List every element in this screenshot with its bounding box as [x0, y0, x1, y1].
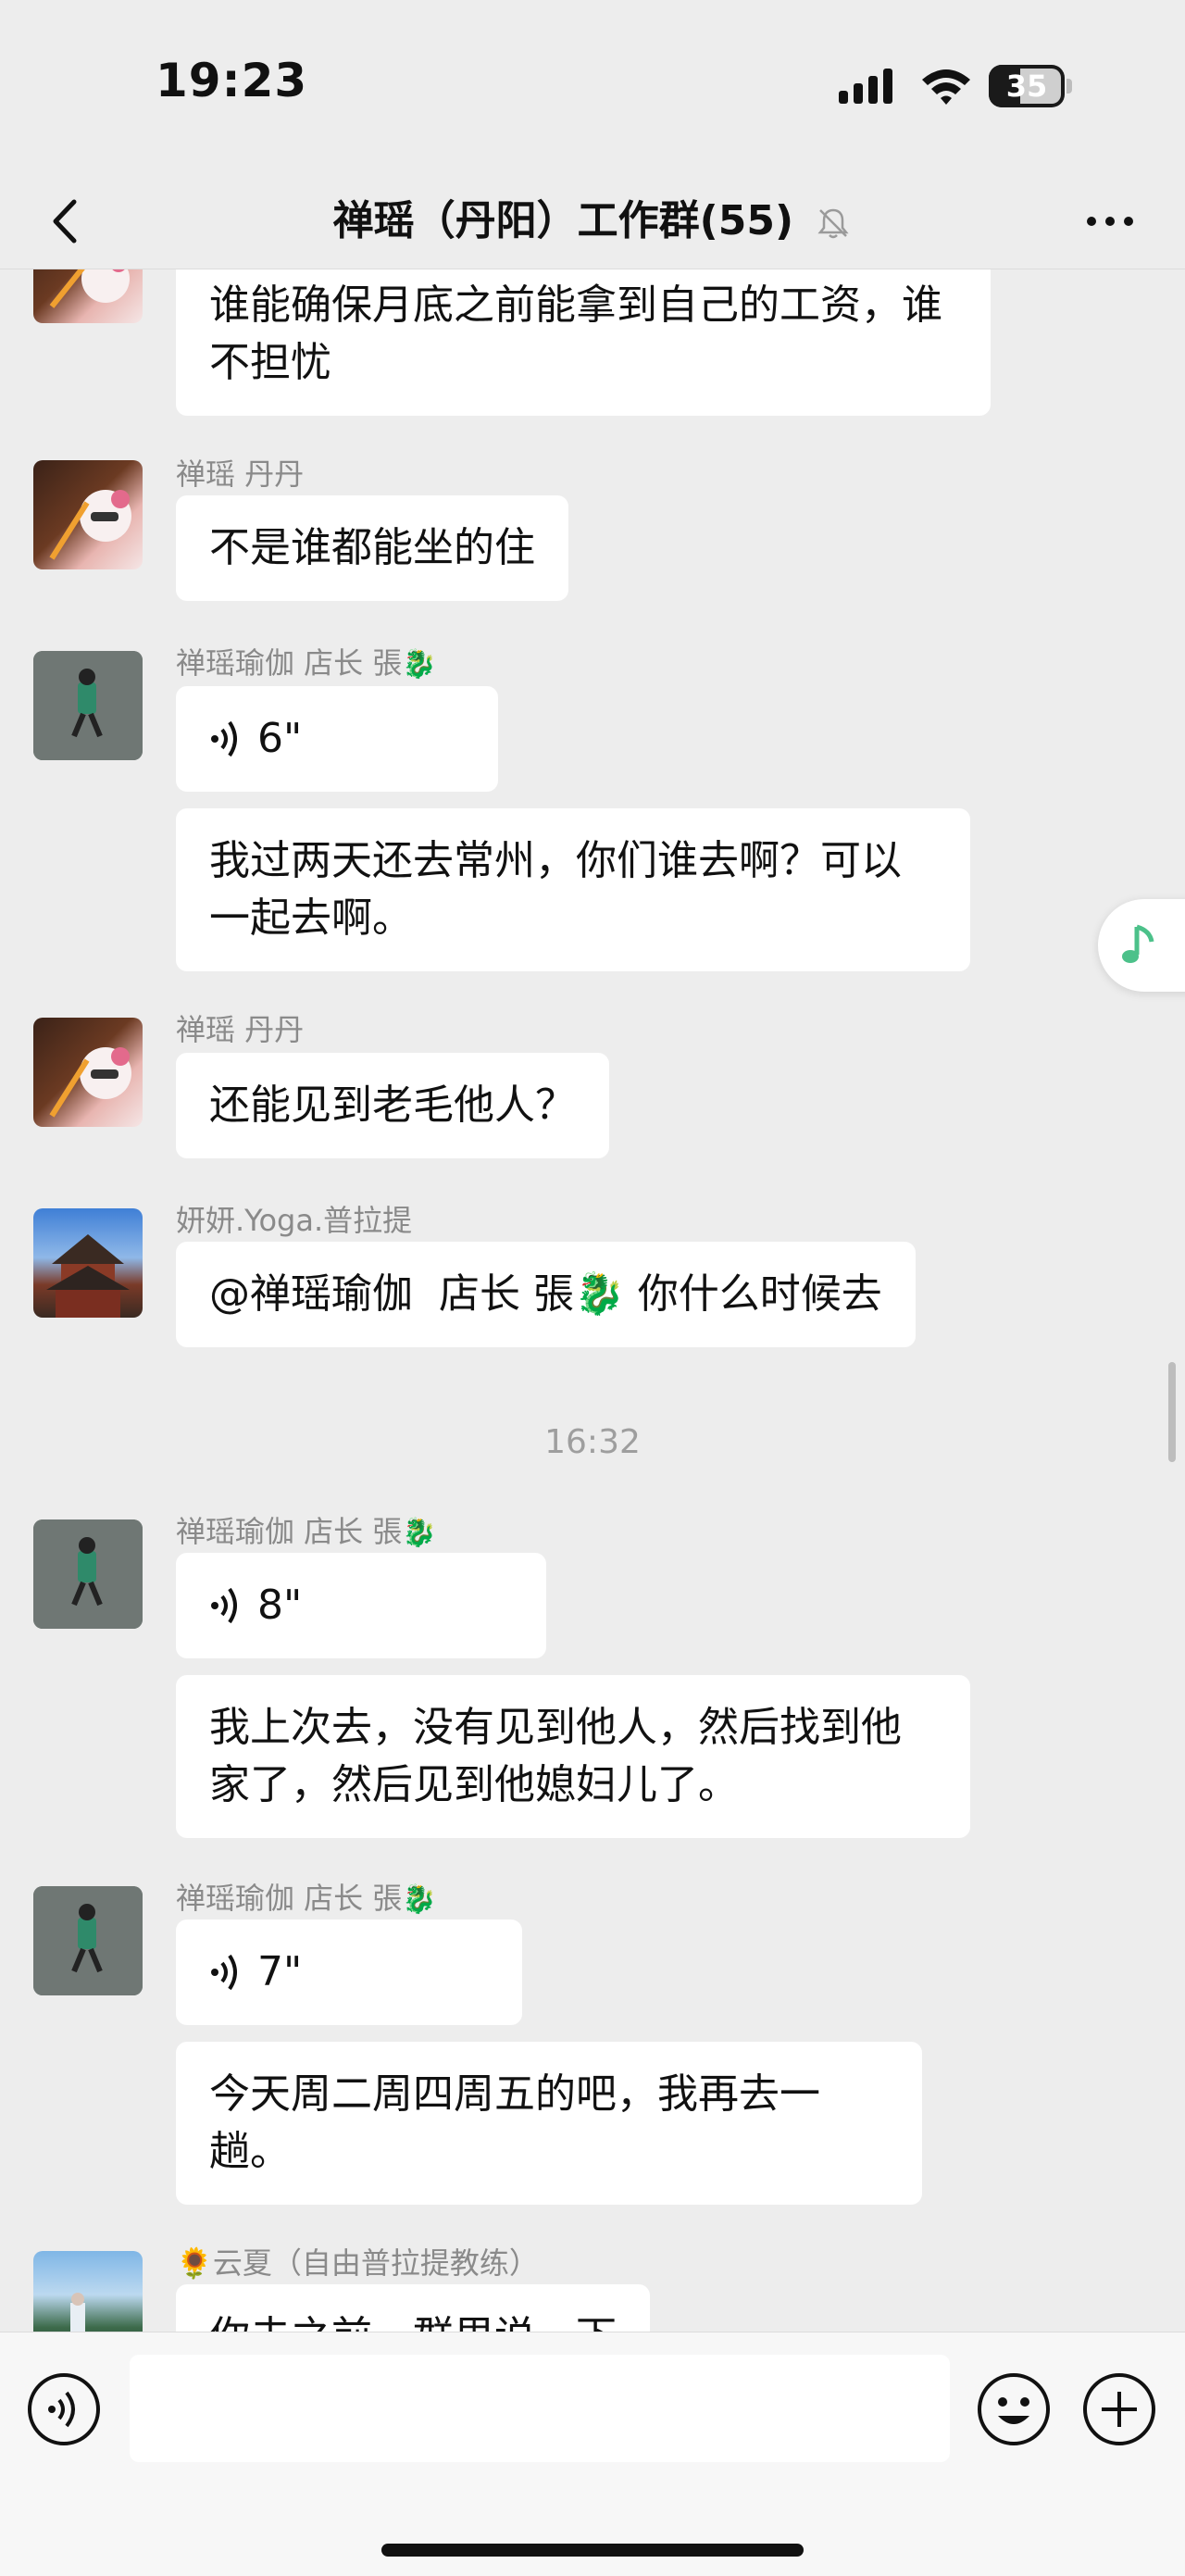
message-text: 谁能确保月底之前能拿到自己的工资，谁不担忧: [209, 281, 942, 386]
message-text-tail: 你什么时候去: [624, 1270, 882, 1318]
avatar-dandan[interactable]: [33, 1018, 143, 1127]
plus-icon[interactable]: [1081, 2371, 1157, 2447]
mention-text: @禅瑶瑜伽 店长 張: [209, 1270, 574, 1318]
voice-wave-icon: [211, 1587, 237, 1624]
cellular-signal-icon: [839, 69, 892, 104]
chat-header: 禅瑶（丹阳）工作群(55): [0, 176, 1185, 269]
message-text: @禅瑶瑜伽 店长 張🐉 你什么时候去: [209, 1270, 882, 1318]
avatar-yunxia[interactable]: [33, 2251, 143, 2332]
sender-name: 禅瑶 丹丹: [176, 1012, 305, 1047]
message-text: 不是谁都能坐的住: [209, 524, 535, 571]
message-text: 还能见到老毛他人？: [209, 1082, 576, 1129]
avatar-store-manager[interactable]: [33, 651, 143, 760]
scrollbar[interactable]: [1168, 1362, 1176, 1462]
sender-name-text: 禅瑶瑜伽 店长 張: [176, 645, 403, 681]
avatar-store-manager[interactable]: [33, 1519, 143, 1629]
message-bubble[interactable]: 你去之前，群里说一下: [176, 2284, 650, 2332]
sender-name: 禅瑶 丹丹: [176, 456, 305, 492]
sender-name: 禅瑶瑜伽 店长 張🐉: [176, 1508, 437, 1551]
sender-name: 妍妍.Yoga.普拉提: [176, 1203, 413, 1238]
dragon-emoji: 🐉: [402, 648, 437, 681]
message-timestamp: 16:32: [544, 1423, 641, 1461]
voice-message[interactable]: 6": [176, 686, 498, 792]
voice-wave-icon: [211, 1954, 237, 1991]
dragon-emoji: 🐉: [402, 1517, 437, 1549]
sender-name: 🌻云夏（自由普拉提教练）: [176, 2245, 539, 2281]
sender-name-text: 禅瑶瑜伽 店长 張: [176, 1514, 403, 1549]
message-input[interactable]: [130, 2355, 950, 2462]
status-time: 19:23: [156, 54, 308, 107]
music-note-icon: [1122, 924, 1154, 963]
battery-icon: 35: [989, 65, 1074, 107]
home-indicator: [381, 2544, 804, 2557]
message-bubble[interactable]: 不是谁都能坐的住: [176, 495, 568, 601]
message-text: 我上次去，没有见到他人，然后找到他家了，然后见到他媳妇儿了。: [209, 1704, 902, 1808]
wifi-icon: [922, 69, 970, 105]
sender-name: 禅瑶瑜伽 店长 張🐉: [176, 640, 437, 682]
voice-message[interactable]: 8": [176, 1553, 546, 1658]
message-bubble[interactable]: 谁能确保月底之前能拿到自己的工资，谁不担忧: [176, 269, 991, 416]
more-dots-icon[interactable]: [1078, 198, 1142, 244]
message-text: 我过两天还去常州，你们谁去啊？可以一起去啊。: [209, 837, 902, 942]
emoji-icon[interactable]: [976, 2371, 1052, 2447]
message-bubble[interactable]: 今天周二周四周五的吧，我再去一趟。: [176, 2042, 922, 2205]
chat-message-list[interactable]: 谁能确保月底之前能拿到自己的工资，谁不担忧 禅瑶 丹丹 不是谁都能坐的住 禅瑶瑜…: [0, 269, 1185, 2332]
voice-duration: 7": [257, 1948, 303, 1995]
voice-wave-icon: [211, 720, 237, 757]
floating-music-button[interactable]: [1098, 899, 1185, 992]
message-text: 你去之前，群里说一下: [209, 2313, 617, 2332]
message-bubble[interactable]: 我上次去，没有见到他人，然后找到他家了，然后见到他媳妇儿了。: [176, 1675, 970, 1838]
voice-duration: 8": [257, 1582, 303, 1629]
battery-level: 35: [1005, 69, 1048, 104]
message-bubble[interactable]: @禅瑶瑜伽 店长 張🐉 你什么时候去: [176, 1242, 916, 1347]
chat-title: 禅瑶（丹阳）工作群(55): [332, 197, 794, 244]
dragon-emoji: 🐉: [402, 1883, 437, 1916]
bell-slash-icon: [817, 208, 849, 239]
message-bubble[interactable]: 还能见到老毛他人？: [176, 1053, 609, 1158]
input-bar: [0, 2332, 1185, 2576]
sender-name: 禅瑶瑜伽 店长 張🐉: [176, 1875, 437, 1918]
voice-toggle-icon[interactable]: [26, 2371, 102, 2447]
voice-duration: 6": [257, 715, 303, 762]
avatar-dandan[interactable]: [33, 269, 143, 323]
avatar-dandan[interactable]: [33, 460, 143, 569]
chat-title-container: 禅瑶（丹阳）工作群(55): [0, 189, 1185, 254]
message-bubble[interactable]: 我过两天还去常州，你们谁去啊？可以一起去啊。: [176, 808, 970, 971]
avatar-store-manager[interactable]: [33, 1886, 143, 1995]
dragon-emoji: 🐉: [573, 1270, 625, 1318]
avatar-yanyan[interactable]: [33, 1208, 143, 1318]
message-text: 今天周二周四周五的吧，我再去一趟。: [209, 2070, 820, 2175]
voice-message[interactable]: 7": [176, 1919, 522, 2025]
sender-name-text: 禅瑶瑜伽 店长 張: [176, 1881, 403, 1916]
status-bar: 19:23 35: [0, 0, 1185, 176]
